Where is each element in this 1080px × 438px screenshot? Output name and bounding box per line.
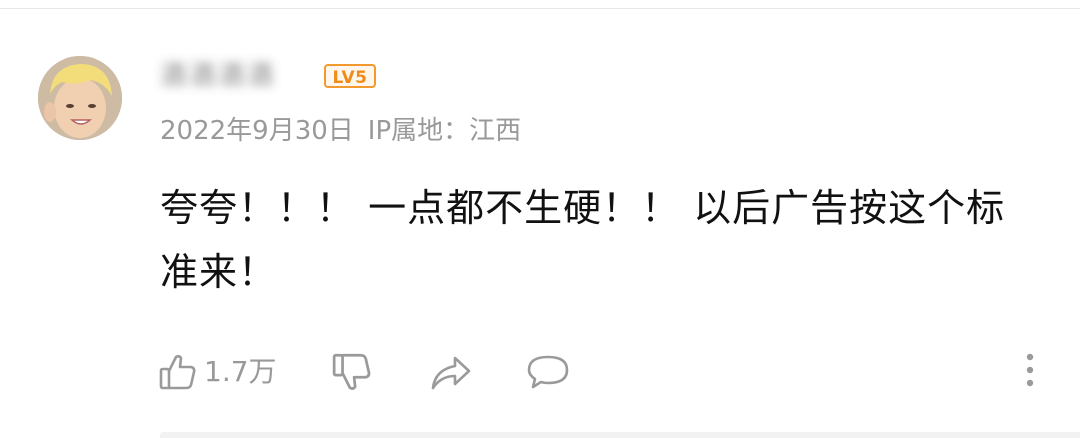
dislike-button[interactable] [331, 351, 373, 393]
thumbs-down-icon [331, 351, 373, 393]
comment-actions: 1.7万 [158, 348, 571, 396]
more-icon[interactable] [1018, 350, 1042, 390]
avatar[interactable] [38, 56, 122, 140]
level-badge: LV5 [324, 64, 376, 88]
like-count: 1.7万 [204, 355, 277, 388]
reply-button[interactable] [525, 352, 571, 392]
comment-meta: 2022年9月30日 IP属地：江西 [160, 114, 521, 148]
like-button[interactable]: 1.7万 [158, 348, 277, 396]
username[interactable]: 酒酒酒酒 [160, 58, 276, 94]
comment-text: 夸夸！！！ 一点都不生硬！！ 以后广告按这个标准来！ [160, 186, 1006, 294]
share-icon [429, 352, 473, 392]
ip-location: IP属地：江西 [367, 116, 522, 146]
comment-date: 2022年9月30日 [160, 116, 354, 146]
top-divider [0, 8, 1080, 9]
reply-icon [525, 352, 571, 392]
next-comment-edge [160, 432, 1080, 438]
share-button[interactable] [429, 352, 473, 392]
thumbs-up-icon [158, 352, 198, 392]
